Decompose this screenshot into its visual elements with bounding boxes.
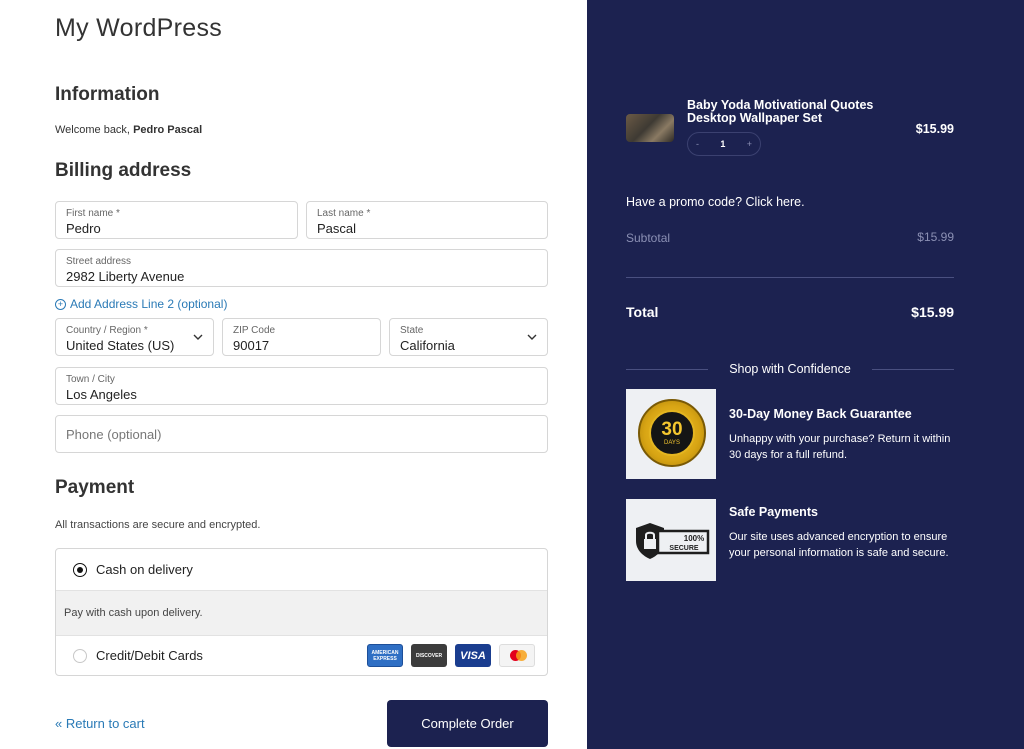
cash-radio[interactable] — [73, 563, 87, 577]
zip-code-label: ZIP Code — [233, 325, 276, 336]
secure-badge-word: SECURE — [669, 545, 699, 552]
cash-label: Cash on delivery — [96, 562, 193, 577]
total-value: $15.99 — [911, 304, 954, 320]
last-name-field[interactable]: Last name * Pascal — [306, 201, 548, 239]
safe-payments-title: Safe Payments — [729, 505, 818, 519]
city-label: Town / City — [66, 374, 115, 385]
amex-logo-icon: AMERICAN EXPRESS — [367, 644, 403, 667]
money-back-seal-icon: 30 DAYS — [638, 399, 706, 467]
last-name-value[interactable]: Pascal — [317, 221, 356, 236]
billing-heading: Billing address — [55, 160, 192, 181]
money-back-badge: 30 DAYS — [626, 389, 716, 479]
plus-circle-icon: + — [55, 298, 66, 310]
cash-description: Pay with cash upon delivery. — [64, 607, 203, 619]
product-title: Baby Yoda Motivational Quotes Desktop Wa… — [687, 98, 874, 125]
money-back-title: 30-Day Money Back Guarantee — [729, 407, 912, 421]
first-name-value[interactable]: Pedro — [66, 221, 101, 236]
checkout-form-panel: My WordPress Information Welcome back, P… — [0, 0, 587, 749]
card-radio[interactable] — [73, 649, 87, 663]
total-label: Total — [626, 304, 659, 320]
shield-lock-icon: 100% SECURE — [636, 523, 710, 559]
first-name-field[interactable]: First name * Pedro — [55, 201, 298, 239]
payment-methods: Cash on delivery Pay with cash upon deli… — [55, 548, 548, 676]
visa-logo-icon: VISA — [455, 644, 491, 667]
state-label: State — [400, 325, 424, 336]
information-heading: Information — [55, 84, 160, 105]
subtotal-label: Subtotal — [626, 231, 671, 245]
summary-divider — [626, 277, 954, 278]
quantity-value[interactable]: 1 — [720, 139, 725, 149]
state-value: California — [400, 338, 455, 353]
safe-payments-description: Our site uses advanced encryption to ens… — [729, 531, 949, 559]
product-thumbnail — [626, 114, 674, 142]
city-value[interactable]: Los Angeles — [66, 387, 137, 402]
confidence-divider-left — [626, 369, 708, 370]
city-field[interactable]: Town / City Los Angeles — [55, 367, 548, 405]
country-value: United States (US) — [66, 338, 175, 353]
money-back-description: Unhappy with your purchase? Return it wi… — [729, 433, 951, 461]
payment-option-card[interactable]: Credit/Debit Cards AMERICAN EXPRESS DISC… — [56, 636, 547, 675]
badge-days-number: 30 — [661, 419, 683, 440]
confidence-heading: Shop with Confidence — [729, 362, 851, 376]
order-summary-panel: Baby Yoda Motivational Quotes Desktop Wa… — [587, 0, 1024, 749]
payment-option-cash[interactable]: Cash on delivery — [56, 549, 547, 591]
mastercard-logo-icon — [499, 644, 535, 667]
badge-days-unit: DAYS — [664, 440, 680, 446]
chevron-down-icon — [527, 334, 537, 340]
cash-description-box: Pay with cash upon delivery. — [56, 591, 547, 636]
first-name-label: First name * — [66, 208, 120, 219]
secure-badge-percent: 100% — [684, 534, 704, 543]
add-address-line-2-link[interactable]: + Add Address Line 2 (optional) — [55, 297, 227, 311]
subtotal-value: $15.99 — [917, 230, 954, 244]
payment-secure-note: All transactions are secure and encrypte… — [55, 519, 261, 531]
quantity-stepper[interactable]: - 1 + — [687, 132, 761, 156]
quantity-decrease-button[interactable]: - — [696, 139, 699, 149]
street-address-label: Street address — [66, 256, 132, 267]
card-label: Credit/Debit Cards — [96, 648, 203, 663]
return-to-cart-link[interactable]: « Return to cart — [55, 716, 145, 731]
welcome-prefix: Welcome back, — [55, 124, 130, 136]
welcome-message: Welcome back, Pedro Pascal — [55, 124, 202, 136]
phone-field[interactable]: Phone (optional) — [55, 415, 548, 453]
discover-logo-icon: DISCOVER — [411, 644, 447, 667]
promo-code-link[interactable]: Have a promo code? Click here. — [626, 195, 805, 209]
state-select[interactable]: State California — [389, 318, 548, 356]
street-address-value[interactable]: 2982 Liberty Avenue — [66, 269, 184, 284]
product-price: $15.99 — [915, 122, 954, 136]
payment-heading: Payment — [55, 477, 135, 498]
country-select[interactable]: Country / Region * United States (US) — [55, 318, 214, 356]
country-label: Country / Region * — [66, 325, 148, 336]
user-name: Pedro Pascal — [133, 124, 203, 136]
quantity-increase-button[interactable]: + — [747, 139, 752, 149]
phone-placeholder: Phone (optional) — [66, 427, 162, 442]
zip-code-value[interactable]: 90017 — [233, 338, 269, 353]
zip-code-field[interactable]: ZIP Code 90017 — [222, 318, 381, 356]
add-address-line-2-label: Add Address Line 2 (optional) — [70, 297, 228, 311]
complete-order-button[interactable]: Complete Order — [387, 700, 548, 747]
site-title[interactable]: My WordPress — [55, 14, 222, 43]
secure-badge: 100% SECURE — [626, 499, 716, 581]
chevron-down-icon — [193, 334, 203, 340]
last-name-label: Last name * — [317, 208, 371, 219]
card-logos: AMERICAN EXPRESS DISCOVER VISA — [367, 644, 535, 667]
street-address-field[interactable]: Street address 2982 Liberty Avenue — [55, 249, 548, 287]
confidence-divider-right — [872, 369, 954, 370]
